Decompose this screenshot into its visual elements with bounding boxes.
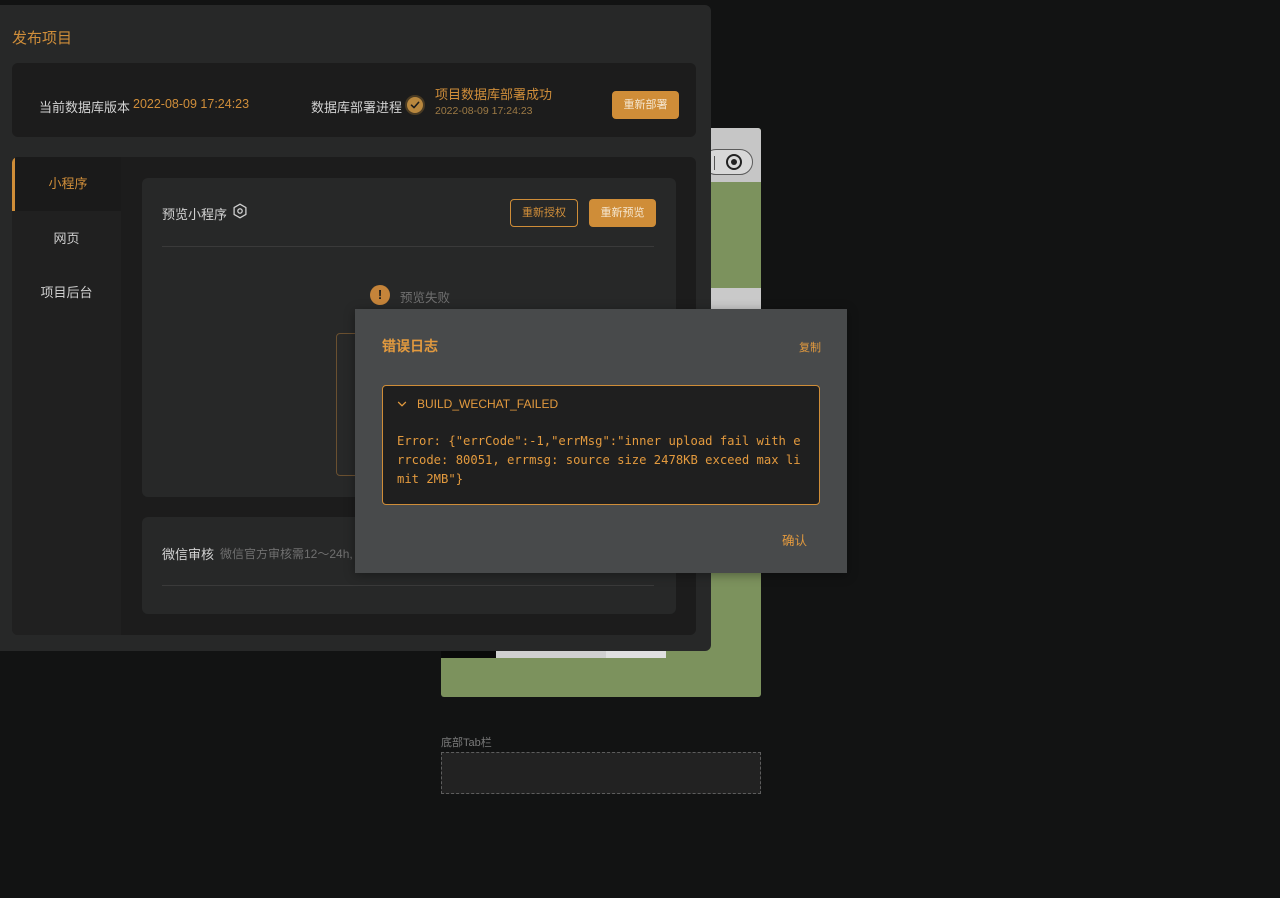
record-icon (726, 154, 742, 170)
db-version-date: 2022-08-09 17:24:23 (133, 97, 250, 111)
error-log-header[interactable]: BUILD_WECHAT_FAILED (417, 397, 558, 411)
error-log-message: Error: {"errCode":-1,"errMsg":"inner upl… (397, 434, 801, 486)
confirm-button[interactable]: 确认 (782, 530, 807, 549)
database-status-card: 当前数据库版本 2022-08-09 17:24:23 数据库部署进程 项目数据… (12, 63, 696, 137)
check-icon (405, 95, 425, 115)
warning-icon: ! (370, 285, 390, 305)
error-log-dialog: 错误日志 复制 BUILD_WECHAT_FAILED Error: {"err… (355, 309, 847, 573)
reauthorize-button[interactable]: 重新授权 (510, 199, 578, 227)
repreview-button[interactable]: 重新预览 (589, 199, 656, 227)
publish-sidebar: 小程序 网页 项目后台 (12, 157, 121, 635)
settings-icon[interactable] (232, 203, 248, 219)
deploy-status-text: 项目数据库部署成功 (435, 87, 553, 102)
tabbar-dropzone[interactable] (441, 752, 761, 794)
sidebar-item-web[interactable]: 网页 (12, 212, 121, 266)
preview-title: 预览小程序 (162, 207, 228, 222)
deploy-progress-label: 数据库部署进程 (311, 100, 403, 115)
page-title: 发布项目 (12, 30, 73, 47)
divider (162, 246, 654, 247)
review-description: 微信官方审核需12～24h, (220, 547, 353, 561)
sidebar-item-label: 小程序 (48, 176, 88, 191)
sidebar-item-admin[interactable]: 项目后台 (12, 266, 121, 320)
tabbar-label: 底部Tab栏 (441, 737, 492, 749)
preview-failed-text: 预览失败 (400, 291, 451, 305)
review-title: 微信审核 (162, 547, 215, 562)
copy-button[interactable]: 复制 (799, 339, 821, 355)
error-log-panel: BUILD_WECHAT_FAILED Error: {"errCode":-1… (382, 385, 820, 505)
dialog-title: 错误日志 (382, 338, 438, 354)
divider (162, 585, 654, 586)
sidebar-item-miniprogram[interactable]: 小程序 (12, 157, 121, 211)
chevron-down-icon[interactable] (396, 398, 408, 410)
redeploy-button[interactable]: 重新部署 (612, 91, 679, 119)
db-version-label: 当前数据库版本 (39, 100, 131, 115)
sidebar-item-label: 网页 (53, 231, 80, 246)
deploy-timestamp: 2022-08-09 17:24:23 (435, 105, 533, 117)
capsule-divider (714, 156, 715, 170)
sidebar-item-label: 项目后台 (40, 285, 93, 300)
